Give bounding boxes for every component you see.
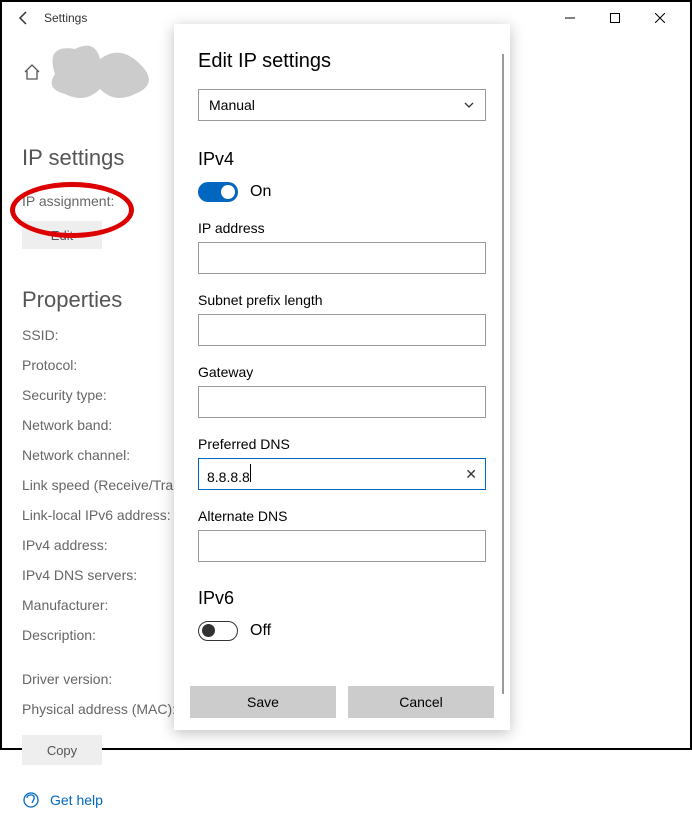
- back-button[interactable]: [10, 10, 38, 26]
- subnet-input[interactable]: [198, 314, 486, 346]
- preferred-dns-input[interactable]: 8.8.8.8 ✕: [198, 458, 486, 490]
- edit-button[interactable]: Edit: [22, 221, 102, 249]
- ip-address-input[interactable]: [198, 242, 486, 274]
- gateway-label: Gateway: [198, 364, 486, 380]
- dialog-title: Edit IP settings: [198, 50, 486, 73]
- save-button[interactable]: Save: [190, 686, 336, 718]
- chevron-down-icon: [463, 99, 475, 111]
- alternate-dns-label: Alternate DNS: [198, 508, 486, 524]
- alternate-dns-input[interactable]: [198, 530, 486, 562]
- ip-address-label: IP address: [198, 220, 486, 236]
- get-help-link[interactable]: Get help: [50, 792, 103, 808]
- ipv4-heading: IPv4: [198, 149, 486, 170]
- dialog-scrollbar[interactable]: [502, 54, 504, 694]
- ipv6-toggle-label: Off: [250, 622, 271, 640]
- edit-ip-dialog: Edit IP settings Manual IPv4 On IP addre…: [174, 24, 510, 730]
- ipv4-toggle[interactable]: [198, 182, 238, 202]
- redacted-blob: [40, 34, 160, 114]
- ipv4-toggle-label: On: [250, 183, 271, 201]
- minimize-button[interactable]: [547, 3, 592, 33]
- maximize-button[interactable]: [592, 3, 637, 33]
- subnet-label: Subnet prefix length: [198, 292, 486, 308]
- copy-button[interactable]: Copy: [22, 735, 102, 765]
- mode-value: Manual: [209, 97, 255, 113]
- window-title: Settings: [44, 11, 87, 25]
- clear-icon[interactable]: ✕: [465, 466, 477, 483]
- ipv6-toggle[interactable]: [198, 621, 238, 641]
- gateway-input[interactable]: [198, 386, 486, 418]
- help-icon: [22, 791, 40, 809]
- close-button[interactable]: [637, 3, 682, 33]
- get-help-row[interactable]: Get help: [22, 791, 670, 809]
- cancel-button[interactable]: Cancel: [348, 686, 494, 718]
- ipv6-heading: IPv6: [198, 588, 486, 609]
- mode-select[interactable]: Manual: [198, 89, 486, 121]
- preferred-dns-label: Preferred DNS: [198, 436, 486, 452]
